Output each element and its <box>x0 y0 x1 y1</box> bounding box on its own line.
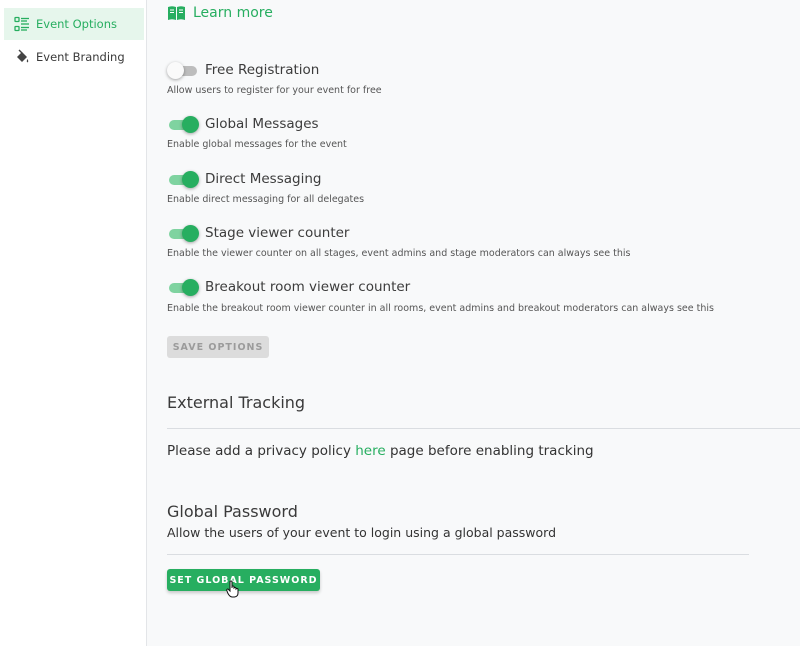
external-tracking-title: External Tracking <box>167 393 306 412</box>
toggle-direct-messaging[interactable]: Direct Messaging <box>167 169 321 189</box>
divider <box>167 554 749 555</box>
global-password-description: Allow the users of your event to login u… <box>167 525 557 540</box>
privacy-policy-link[interactable]: here <box>355 443 385 459</box>
sidebar-item-label: Event Branding <box>36 50 125 64</box>
sidebar-item-event-options[interactable]: Event Options <box>4 8 144 40</box>
toggle-label: Free Registration <box>205 62 320 78</box>
toggle-stage-viewer-counter[interactable]: Stage viewer counter <box>167 223 349 243</box>
toggle-label: Breakout room viewer counter <box>205 279 411 295</box>
toggle-description: Allow users to register for your event f… <box>167 85 382 96</box>
toggle-switch[interactable] <box>167 223 199 243</box>
toggle-label: Stage viewer counter <box>205 225 350 241</box>
book-icon <box>167 5 186 21</box>
global-password-title: Global Password <box>167 502 298 521</box>
toggle-switch[interactable] <box>167 60 199 80</box>
toggle-switch[interactable] <box>167 114 199 134</box>
toggle-description: Enable global messages for the event <box>167 139 347 150</box>
privacy-policy-notice: Please add a privacy policy here page be… <box>167 443 594 459</box>
toggle-free-registration[interactable]: Free Registration <box>167 60 319 80</box>
main-content: Learn more Free Registration Allow users… <box>147 0 800 646</box>
learn-more-label: Learn more <box>193 5 273 21</box>
list-settings-icon <box>14 16 30 32</box>
toggle-label: Direct Messaging <box>205 171 322 187</box>
toggle-global-messages[interactable]: Global Messages <box>167 114 319 134</box>
hand-pointer-icon <box>226 580 240 602</box>
toggle-label: Global Messages <box>205 116 319 132</box>
toggle-switch[interactable] <box>167 169 199 189</box>
privacy-text-before: Please add a privacy policy <box>167 443 356 459</box>
toggle-description: Enable the breakout room viewer counter … <box>167 303 714 314</box>
privacy-text-after: page before enabling tracking <box>385 443 594 459</box>
learn-more-link[interactable]: Learn more <box>167 5 273 21</box>
save-options-button[interactable]: SAVE OPTIONS <box>167 336 269 358</box>
set-global-password-button[interactable]: SET GLOBAL PASSWORD <box>167 569 320 591</box>
toggle-breakout-viewer-counter[interactable]: Breakout room viewer counter <box>167 277 410 297</box>
sidebar-item-event-branding[interactable]: Event Branding <box>4 41 144 73</box>
toggle-switch[interactable] <box>167 277 199 297</box>
toggle-description: Enable direct messaging for all delegate… <box>167 194 365 205</box>
sidebar-item-label: Event Options <box>36 17 117 31</box>
divider <box>167 428 800 429</box>
sidebar: Event Options Event Branding <box>0 0 147 646</box>
toggle-description: Enable the viewer counter on all stages,… <box>167 248 631 259</box>
paint-bucket-icon <box>14 49 30 65</box>
